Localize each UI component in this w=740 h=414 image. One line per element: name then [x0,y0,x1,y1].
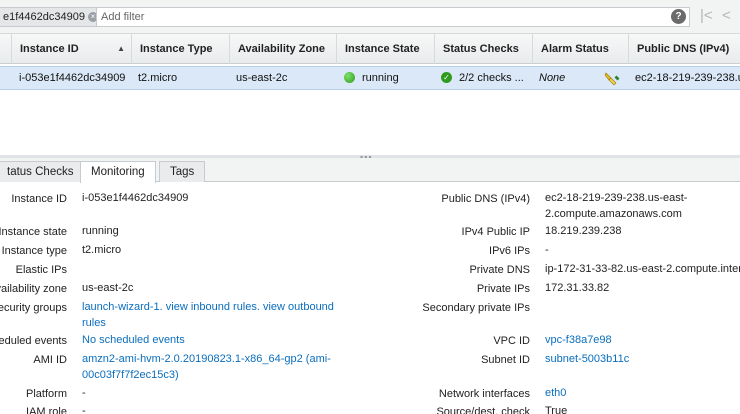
cell-instance-type: t2.micro [138,72,178,84]
label-private-dns: Private DNS [469,264,530,276]
label-instance-id: Instance ID [11,193,67,205]
filter-chip[interactable]: e1f4462dc34909 × [0,7,102,27]
link-security-groups-cont[interactable]: rules [82,316,106,331]
filter-bar: e1f4462dc34909 × ? |< < [0,0,740,34]
cell-alarm-status: None [539,72,566,84]
link-subnet-id[interactable]: subnet-5003b11c [545,352,629,367]
link-ami-id[interactable]: amzn2-ami-hvm-2.0.20190823.1-x86_64-gp2 … [82,352,331,367]
label-scheduled-events: heduled events [0,335,67,347]
value-instance-state: running [82,225,119,237]
filter-input[interactable] [96,7,690,27]
cell-status-checks: 2/2 checks ... [459,72,524,84]
value-instance-type: t2.micro [82,244,122,256]
create-alarm-icon[interactable] [604,70,620,86]
link-network-interface[interactable]: eth0 [545,386,566,401]
link-ami-id-cont[interactable]: 00c03f7f7f2ec15c3) [82,368,179,383]
column-instance-type[interactable]: Instance Type [131,34,229,64]
label-private-ips: Private IPs [476,283,530,295]
column-availability-zone[interactable]: Availability Zone [229,34,336,64]
label-source-dest-check: Source/dest. check [436,406,530,414]
label-instance-type: Instance type [1,245,67,257]
value-ipv4-public-ip: 18.219.239.238 [545,225,622,237]
filter-chip-label: e1f4462dc34909 [3,11,85,23]
first-page-icon[interactable]: |< [700,7,713,25]
label-iam-role: IAM role [26,406,67,414]
label-security-groups: ecurity groups [0,302,67,314]
column-alarm-status[interactable]: Alarm Status [532,34,628,64]
cell-instance-state: running [362,72,399,84]
sort-ascending-icon: ▲ [117,44,125,53]
tab-monitoring[interactable]: Monitoring [80,161,156,183]
label-instance-state: Instance state [0,226,67,238]
value-public-dns-cont: 2.compute.amazonaws.com [545,208,682,220]
label-vpc-id: VPC ID [493,335,530,347]
column-public-dns[interactable]: Public DNS (IPv4) [628,34,740,64]
running-status-icon [344,72,355,83]
link-vpc-id[interactable]: vpc-f38a7e98 [545,333,612,348]
column-status-checks[interactable]: Status Checks [434,34,532,64]
label-ipv4-public-ip: IPv4 Public IP [461,226,530,238]
tab-tags[interactable]: Tags [159,161,206,182]
value-private-ips: 172.31.33.82 [545,282,610,294]
label-network-interfaces: Network interfaces [438,388,530,400]
value-instance-id: i-053e1f4462dc34909 [82,192,189,204]
help-icon[interactable]: ? [671,9,686,24]
instances-table-header: Instance ID ▲ Instance Type Availability… [0,34,740,64]
cell-public-dns: ec2-18-219-239-238.us [635,72,740,84]
value-platform: - [82,387,86,399]
label-elastic-ips: Elastic IPs [15,264,67,276]
cell-availability-zone: us-east-2c [236,72,288,84]
value-source-dest-check: True [545,405,568,414]
previous-page-icon[interactable]: < [722,7,731,25]
label-availability-zone: vailability zone [0,283,67,295]
value-iam-role: - [82,405,86,414]
detail-tab-bar: tatus Checks Monitoring Tags [0,158,740,183]
value-ipv6-ips: - [545,244,549,256]
value-availability-zone: us-east-2c [82,282,134,294]
tab-status-checks[interactable]: tatus Checks [0,161,85,182]
value-private-dns: ip-172-31-33-82.us-east-2.compute.intern [545,263,740,275]
label-ami-id: AMI ID [33,354,67,366]
label-secondary-private-ips: Secondary private IPs [422,302,530,314]
cell-instance-id: i-053e1f4462dc34909 [19,72,126,84]
link-scheduled-events[interactable]: No scheduled events [82,333,185,348]
table-row[interactable]: i-053e1f4462dc34909 t2.micro us-east-2c … [0,66,740,90]
label-public-dns: Public DNS (IPv4) [441,193,530,205]
label-ipv6-ips: IPv6 IPs [489,245,530,257]
value-public-dns: ec2-18-219-239-238.us-east- [545,192,688,204]
label-platform: Platform [26,388,67,400]
ec2-instances-console: e1f4462dc34909 × ? |< < Instance ID ▲ In… [0,0,740,414]
link-security-groups[interactable]: launch-wizard-1. view inbound rules. vie… [82,300,334,315]
column-instance-id[interactable]: Instance ID ▲ [11,34,131,64]
column-instance-state[interactable]: Instance State [336,34,434,64]
check-icon: ✓ [441,72,452,83]
label-subnet-id: Subnet ID [481,354,530,366]
